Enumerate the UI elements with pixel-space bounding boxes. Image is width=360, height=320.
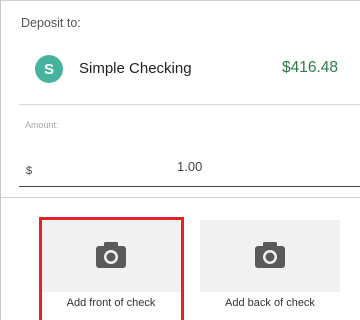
currency-symbol: $ [26, 165, 33, 177]
account-avatar-icon: S [35, 55, 63, 83]
deposit-to-label: Deposit to: [21, 16, 81, 30]
add-back-of-check-label: Add back of check [225, 297, 315, 309]
amount-input[interactable]: $ 1.00 [19, 151, 360, 187]
add-front-of-check-label: Add front of check [66, 297, 156, 309]
deposit-check-screen: Deposit to: S Simple Checking $416.48 Am… [0, 0, 360, 320]
section-divider [19, 104, 360, 105]
add-front-of-check-button[interactable]: Add front of check [41, 220, 181, 320]
back-photo-area[interactable] [200, 220, 340, 292]
camera-icon [96, 242, 126, 268]
add-back-of-check-button[interactable]: Add back of check [200, 220, 340, 320]
account-name: Simple Checking [79, 60, 192, 77]
amount-value[interactable]: 1.00 [177, 159, 202, 174]
amount-label: Amount: [25, 120, 59, 130]
account-balance: $416.48 [281, 59, 338, 76]
front-photo-area[interactable] [41, 220, 181, 292]
deposit-account-selector[interactable]: S Simple Checking $416.48 [1, 45, 360, 97]
account-avatar-letter: S [43, 60, 54, 78]
camera-icon [255, 242, 285, 268]
section-divider [1, 197, 360, 198]
